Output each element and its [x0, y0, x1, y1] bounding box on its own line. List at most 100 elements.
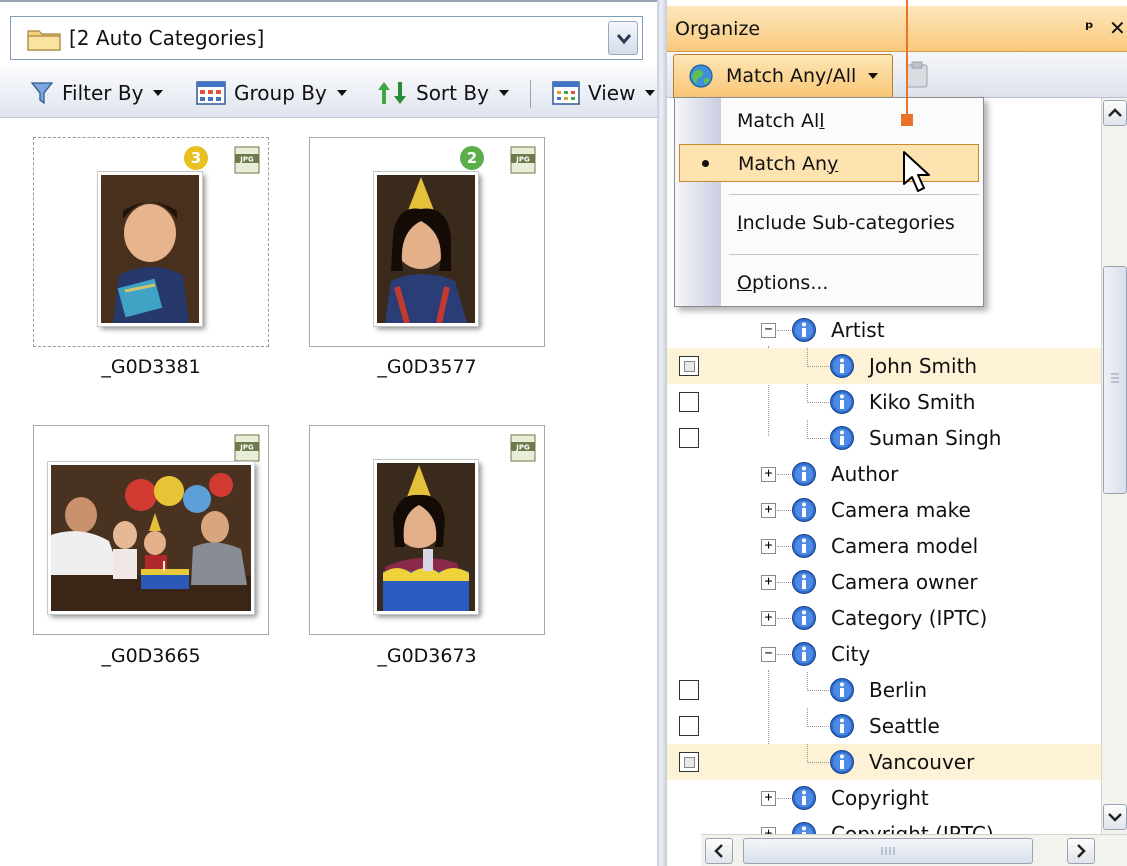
tree-row[interactable]: Suman Singh — [667, 420, 1101, 456]
tree-item-label: Artist — [831, 318, 885, 342]
organize-title: Organize — [675, 18, 761, 40]
thumbnail-item[interactable]: 2 JPG — [309, 137, 545, 347]
rating-badge: 2 — [460, 146, 484, 170]
tree-item-label: Seattle — [869, 714, 940, 738]
thumbnail-item[interactable]: JPG — [309, 425, 545, 635]
tree-row[interactable]: Vancouver — [667, 744, 1101, 780]
svg-text:JPG: JPG — [515, 444, 530, 452]
group-by-button[interactable]: Group By — [196, 68, 347, 118]
tree-guide-line — [807, 690, 829, 691]
tree-row[interactable]: Kiko Smith — [667, 384, 1101, 420]
tree-row[interactable]: + Camera model — [667, 528, 1101, 564]
info-icon — [830, 354, 854, 378]
menu-item-match-all[interactable]: Match All — [679, 102, 979, 140]
pin-icon[interactable]: ᵖ — [1085, 18, 1094, 39]
category-checkbox[interactable] — [679, 428, 699, 448]
tree-row[interactable]: + Category (IPTC) — [667, 600, 1101, 636]
match-options-menu: Match All Match Any Include Sub-categori… — [674, 97, 984, 307]
tree-row[interactable]: Seattle — [667, 708, 1101, 744]
tree-row[interactable]: + Author — [667, 456, 1101, 492]
tree-row[interactable]: − Artist — [667, 312, 1101, 348]
menu-item-include-subcategories[interactable]: Include Sub-categories — [679, 204, 979, 242]
photo-child-with-gift — [101, 175, 199, 323]
tree-item-label: Berlin — [869, 678, 928, 702]
tree-item-label: John Smith — [869, 354, 978, 378]
location-text: [2 Auto Categories] — [69, 26, 265, 50]
photo-girl-party-hat — [377, 175, 475, 324]
sort-by-button[interactable]: Sort By — [376, 68, 509, 118]
close-icon[interactable]: ✕ — [1109, 16, 1126, 40]
tree-row[interactable]: + Copyright (IPTC) — [667, 816, 1101, 834]
expand-icon[interactable]: + — [761, 791, 776, 806]
category-checkbox[interactable] — [679, 716, 699, 736]
expand-icon[interactable]: + — [761, 539, 776, 554]
vertical-scrollbar[interactable] — [1101, 98, 1127, 834]
photo-thumbnail — [373, 459, 479, 615]
tree-row[interactable]: + Camera make — [667, 492, 1101, 528]
tree-guide-line — [807, 438, 829, 439]
tree-guide-line — [807, 744, 808, 763]
caret-down-icon — [153, 90, 164, 96]
pane-splitter[interactable] — [657, 0, 667, 866]
filter-by-button[interactable]: Filter By — [30, 68, 164, 118]
chevron-right-icon — [1077, 844, 1086, 858]
tree-row[interactable]: + Camera owner — [667, 564, 1101, 600]
info-icon — [792, 822, 816, 834]
info-icon — [792, 606, 816, 630]
group-by-icon — [196, 81, 226, 105]
horizontal-scroll-thumb[interactable] — [743, 838, 1033, 864]
menu-separator — [729, 194, 979, 195]
tree-row[interactable]: Berlin — [667, 672, 1101, 708]
thumbnail-caption: _G0D3665 — [101, 645, 201, 667]
tree-item-label: Copyright (IPTC) — [831, 822, 994, 834]
view-label: View — [588, 81, 636, 105]
location-combobox[interactable]: [2 Auto Categories] — [10, 16, 643, 60]
location-dropdown-button[interactable] — [608, 21, 638, 55]
tree-row[interactable]: John Smith — [667, 348, 1101, 384]
thumbnail-item[interactable]: 3 JPG — [33, 137, 269, 347]
tree-guide-line — [807, 420, 808, 439]
category-checkbox[interactable] — [679, 680, 699, 700]
expand-icon[interactable]: + — [761, 611, 776, 626]
tree-item-label: Author — [831, 462, 899, 486]
view-button[interactable]: View — [552, 68, 656, 118]
horizontal-scrollbar[interactable] — [701, 834, 1127, 866]
jpg-file-icon: JPG — [234, 146, 260, 174]
scroll-left-button[interactable] — [705, 838, 733, 864]
menu-item-match-any[interactable]: Match Any — [679, 144, 979, 182]
toolbar-separator — [530, 80, 531, 108]
vertical-scroll-thumb[interactable] — [1103, 266, 1127, 494]
grip-icon — [1111, 373, 1119, 383]
collapse-icon[interactable]: − — [761, 323, 776, 338]
chevron-up-icon — [1108, 108, 1122, 117]
expand-icon[interactable]: + — [761, 827, 776, 834]
collapse-icon[interactable]: − — [761, 647, 776, 662]
chevron-left-icon — [714, 844, 723, 858]
scroll-right-button[interactable] — [1067, 838, 1095, 864]
tree-row[interactable]: + Copyright — [667, 780, 1101, 816]
filter-icon — [30, 82, 54, 105]
photo-thumbnail — [373, 171, 479, 327]
info-icon — [830, 750, 854, 774]
menu-item-options[interactable]: Options... — [679, 264, 979, 302]
photo-thumbnail — [47, 461, 255, 615]
category-checkbox[interactable] — [679, 356, 699, 376]
tree-row[interactable]: − City — [667, 636, 1101, 672]
thumbnail-caption: _G0D3381 — [101, 356, 201, 378]
thumbnail-item[interactable]: JPG — [33, 425, 269, 635]
match-any-all-button[interactable]: Match Any/All — [673, 54, 893, 98]
photo-birthday-party — [51, 465, 251, 611]
info-icon — [792, 318, 816, 342]
expand-icon[interactable]: + — [761, 575, 776, 590]
expand-icon[interactable]: + — [761, 503, 776, 518]
tree-item-label: Copyright — [831, 786, 929, 810]
category-checkbox[interactable] — [679, 392, 699, 412]
organize-toolbar: Match Any/All — [667, 52, 1127, 98]
scroll-up-button[interactable] — [1103, 100, 1127, 126]
expand-icon[interactable]: + — [761, 467, 776, 482]
scroll-down-button[interactable] — [1103, 804, 1127, 830]
tree-guide-line — [807, 708, 808, 727]
category-checkbox[interactable] — [679, 752, 699, 772]
tree-item-label: Suman Singh — [869, 426, 1002, 450]
tree-item-label: Camera owner — [831, 570, 978, 594]
